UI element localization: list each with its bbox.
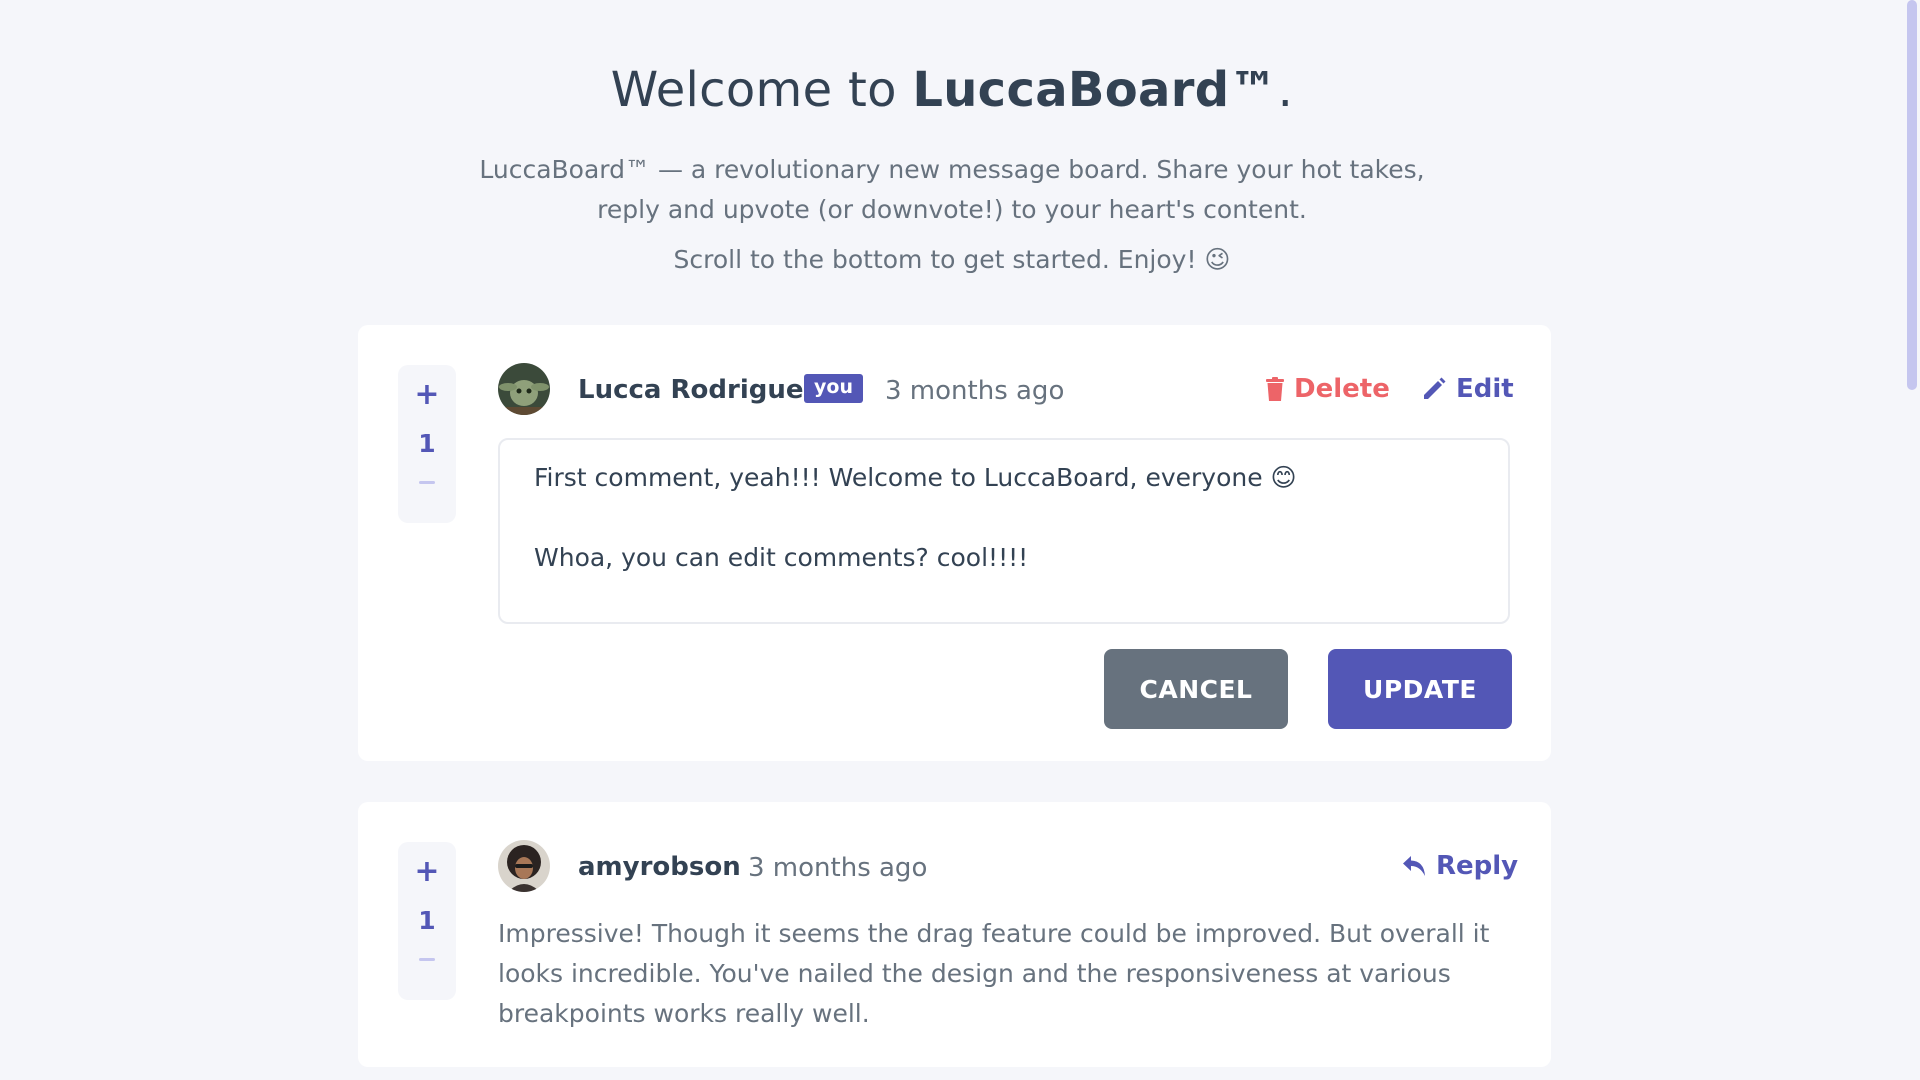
avatar — [498, 840, 550, 892]
scrollbar-track[interactable] — [1904, 0, 1920, 1080]
delete-label: Delete — [1294, 374, 1390, 404]
cancel-button[interactable]: CANCEL — [1104, 649, 1288, 729]
scrollbar-thumb[interactable] — [1907, 0, 1917, 390]
trash-icon — [1266, 377, 1284, 401]
avatar-image — [498, 840, 550, 892]
reply-label: Reply — [1436, 851, 1519, 881]
vote-control: + 1 — [398, 842, 456, 1000]
avatar — [498, 363, 550, 415]
edit-button[interactable]: Edit — [1422, 374, 1514, 404]
vote-score: 1 — [418, 906, 436, 935]
downvote-button[interactable] — [398, 481, 456, 487]
comment-text: Impressive! Though it seems the drag fea… — [498, 919, 1490, 1028]
comment-card-editing: + 1 Lucca Rodrigues you 3 months ago Del… — [358, 325, 1551, 761]
author-name: amyrobson — [578, 852, 741, 882]
downvote-button[interactable] — [398, 958, 456, 964]
intro-description: LuccaBoard™ — a revolutionary new messag… — [0, 150, 1904, 230]
pencil-icon — [1424, 377, 1446, 399]
you-badge: you — [804, 374, 863, 403]
intro-line-2: reply and upvote (or downvote!) to your … — [597, 195, 1307, 224]
title-suffix: . — [1277, 62, 1294, 118]
delete-button[interactable]: Delete — [1266, 374, 1390, 404]
edit-comment-textarea[interactable]: First comment, yeah!!! Welcome to LuccaB… — [498, 438, 1510, 624]
title-prefix: Welcome to — [610, 62, 913, 118]
comment-time: 3 months ago — [748, 853, 928, 883]
vote-control: + 1 — [398, 365, 456, 523]
update-button[interactable]: UPDATE — [1328, 649, 1512, 729]
intro-instruction: Scroll to the bottom to get started. Enj… — [673, 245, 1231, 274]
edit-label: Edit — [1456, 374, 1514, 404]
reply-button[interactable]: Reply — [1402, 851, 1518, 881]
comment-time: 3 months ago — [885, 376, 1065, 406]
avatar-image — [498, 363, 550, 415]
upvote-button[interactable]: + — [398, 377, 456, 412]
author-name: Lucca Rodrigues — [578, 375, 819, 405]
vote-score: 1 — [418, 429, 436, 458]
reply-arrow-icon — [1403, 856, 1425, 876]
title-brand: LuccaBoard™ — [912, 62, 1278, 118]
upvote-button[interactable]: + — [398, 854, 456, 889]
minus-icon — [419, 481, 435, 484]
page-title: Welcome to LuccaBoard™. — [0, 62, 1904, 118]
intro-line-1: LuccaBoard™ — a revolutionary new messag… — [479, 155, 1425, 184]
comment-card: + 1 amyrobson 3 months ago Reply Impress… — [358, 802, 1551, 1067]
minus-icon — [419, 958, 435, 961]
